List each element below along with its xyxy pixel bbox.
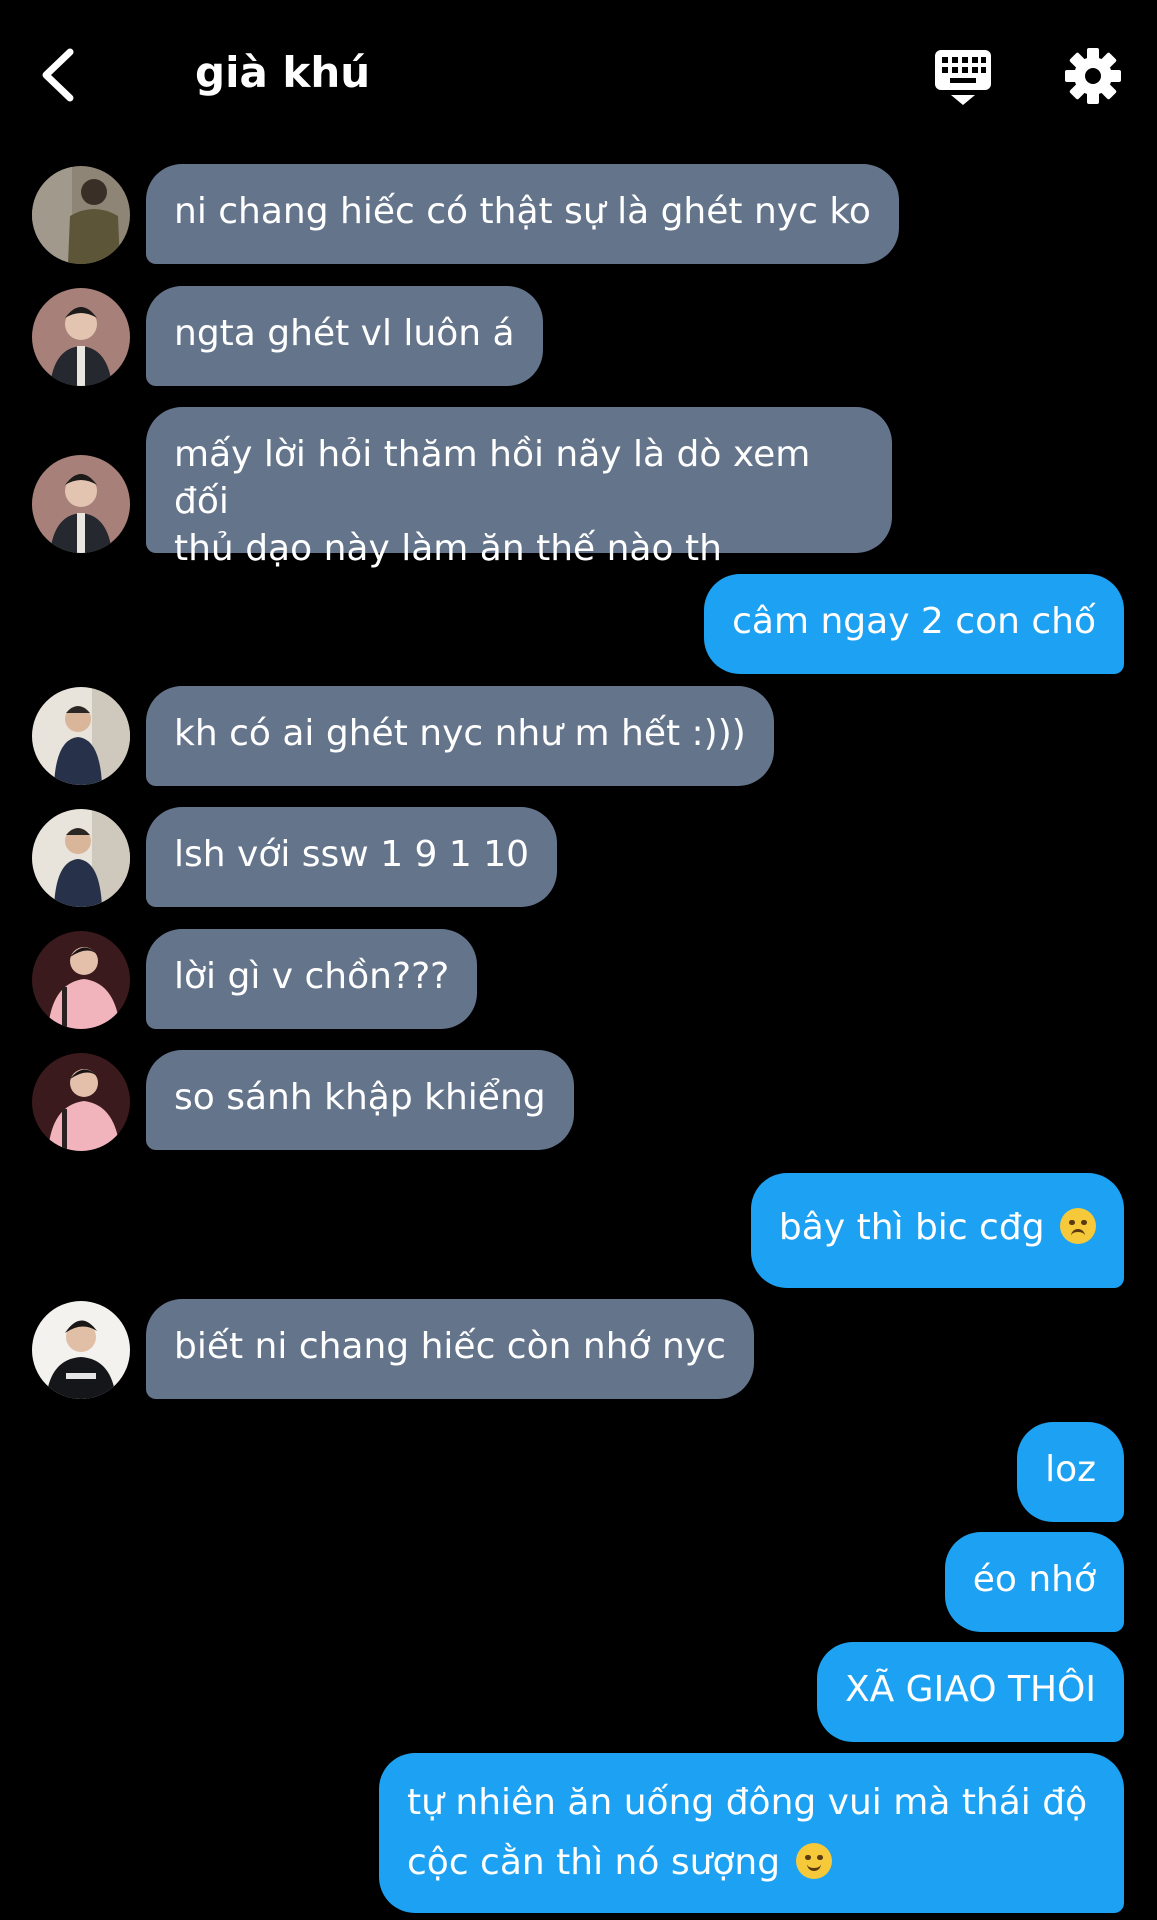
message-bubble-incoming[interactable]: lsh với ssw 1 9 1 10 — [146, 807, 558, 907]
message-bubble-incoming[interactable]: lời gì v chồn??? — [146, 929, 478, 1029]
unamused-face-emoji — [1060, 1208, 1096, 1244]
message-bubble-outgoing[interactable]: éo nhớ — [944, 1532, 1124, 1632]
message-text: so sánh khập khiểng — [174, 1077, 546, 1118]
message-text: lsh với ssw 1 9 1 10 — [174, 834, 530, 875]
avatar[interactable] — [32, 931, 130, 1029]
message-text: cộc cằn thì nó sượng — [407, 1842, 781, 1883]
avatar[interactable] — [32, 1053, 130, 1151]
message-bubble-incoming[interactable]: mấy lời hỏi thăm hồi nãy là dò xem đối t… — [146, 407, 892, 569]
message-text: câm ngay 2 con chố — [732, 601, 1096, 642]
avatar[interactable] — [32, 1301, 130, 1399]
message-bubble-incoming[interactable]: biết ni chang hiếc còn nhớ nyc — [146, 1299, 754, 1399]
message-text: ni chang hiếc có thật sự là ghét nyc ko — [174, 191, 871, 232]
message-text: XÃ GIAO THÔI — [844, 1669, 1096, 1710]
message-bubble-outgoing[interactable]: tự nhiên ăn uống đông vui mà thái độ cộc… — [379, 1753, 1124, 1913]
message-bubble-incoming[interactable]: so sánh khập khiểng — [146, 1050, 574, 1150]
avatar[interactable] — [32, 288, 130, 386]
message-line: mấy lời hỏi thăm hồi nãy là dò xem đối — [174, 434, 811, 522]
message-text: ngta ghét vl luôn á — [174, 313, 515, 354]
avatar[interactable] — [32, 687, 130, 785]
message-text: lời gì v chồn??? — [174, 956, 450, 997]
message-bubble-outgoing[interactable]: câm ngay 2 con chố — [704, 574, 1124, 674]
message-bubble-outgoing[interactable]: XÃ GIAO THÔI — [816, 1642, 1124, 1742]
message-line: tự nhiên ăn uống đông vui mà thái độ — [407, 1782, 1088, 1823]
message-bubble-incoming[interactable]: ni chang hiếc có thật sự là ghét nyc ko — [146, 164, 899, 264]
avatar[interactable] — [32, 455, 130, 553]
message-bubble-incoming[interactable]: kh có ai ghét nyc như m hết :))) — [146, 686, 774, 786]
message-bubble-incoming[interactable]: ngta ghét vl luôn á — [146, 286, 543, 386]
message-text: éo nhớ — [972, 1559, 1096, 1600]
avatar[interactable] — [32, 809, 130, 907]
avatar[interactable] — [32, 166, 130, 264]
message-text: bây thì bic cđg — [778, 1207, 1045, 1248]
message-bubble-outgoing[interactable]: bây thì bic cđg — [750, 1173, 1124, 1288]
message-text: biết ni chang hiếc còn nhớ nyc — [174, 1326, 726, 1367]
message-list[interactable]: ni chang hiếc có thật sự là ghét nyc ko … — [0, 0, 1157, 1920]
message-bubble-outgoing[interactable]: loz — [1017, 1422, 1124, 1522]
slightly-smiling-face-emoji — [795, 1843, 832, 1879]
message-line: thủ dạo này làm ăn thế nào th — [174, 528, 722, 569]
message-line: cộc cằn thì nó sượng — [407, 1833, 1096, 1893]
message-text: kh có ai ghét nyc như m hết :))) — [174, 713, 746, 754]
message-text: loz — [1045, 1449, 1096, 1490]
